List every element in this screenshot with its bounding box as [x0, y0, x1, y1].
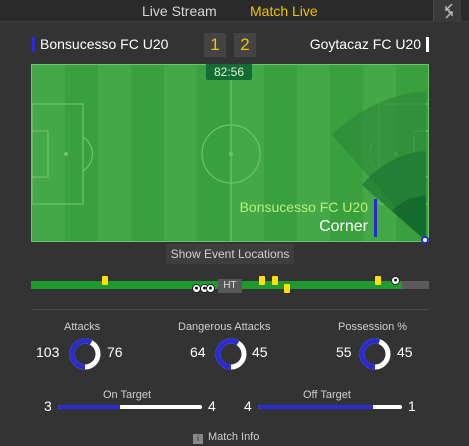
home-team-name: Bonsucesso FC U20 [40, 36, 169, 52]
on-target-bar [58, 405, 202, 409]
away-score: 2 [234, 33, 256, 57]
half-time-marker: HT [218, 279, 242, 293]
timeline-remaining [402, 281, 429, 289]
event-type: Corner [319, 218, 368, 235]
tab-live-stream[interactable]: Live Stream [142, 3, 217, 19]
possession-home-value: 55 [336, 344, 352, 360]
dangerous-attacks-home-value: 64 [190, 344, 206, 360]
info-icon: i [193, 434, 203, 444]
event-team-name: Bonsucesso FC U20 [239, 199, 368, 215]
event-team-color-bar [374, 199, 377, 237]
off-target-away-value: 1 [408, 398, 416, 414]
yellow-card-icon [284, 284, 290, 293]
attacks-ring [68, 337, 102, 371]
attacks-away-value: 76 [107, 344, 123, 360]
away-team-name: Goytacaz FC U20 [309, 36, 421, 52]
off-target-home-value: 4 [244, 398, 252, 414]
off-target-home-fill [258, 405, 374, 409]
pitch-markings [32, 65, 428, 241]
attacks-home-value: 103 [36, 344, 60, 360]
match-clock: 82:56 [206, 64, 252, 80]
off-target-label: Off Target [303, 389, 351, 401]
on-target-home-value: 3 [44, 398, 52, 414]
event-location-marker [421, 236, 429, 244]
on-target-label: On Target [103, 389, 152, 401]
tab-bar: Live Stream Match Live [0, 0, 469, 22]
possession-ring [358, 337, 392, 371]
pitch [31, 64, 429, 242]
off-target-bar [258, 405, 402, 409]
section-divider [31, 309, 429, 310]
football-icon: ● [206, 284, 215, 293]
home-score: 1 [204, 33, 226, 57]
away-team-color-bar [426, 37, 429, 52]
dangerous-attacks-away-value: 45 [252, 344, 268, 360]
attacks-label: Attacks [64, 321, 101, 333]
show-event-locations-button[interactable]: Show Event Locations [166, 244, 294, 264]
on-target-away-value: 4 [208, 398, 216, 414]
match-info-link[interactable]: i Match Info [193, 431, 259, 444]
yellow-card-icon [375, 276, 381, 285]
match-info-label: Match Info [208, 431, 260, 443]
dangerous-attacks-label: Dangerous Attacks [178, 321, 271, 333]
dangerous-attacks-ring [214, 337, 248, 371]
possession-label: Possession % [338, 321, 408, 333]
tab-match-live[interactable]: Match Live [250, 3, 318, 19]
home-team-color-bar [32, 37, 35, 52]
yellow-card-icon [272, 276, 278, 285]
football-icon: ● [391, 276, 400, 285]
yellow-card-icon [102, 276, 108, 285]
yellow-card-icon [259, 276, 265, 285]
possession-away-value: 45 [397, 344, 413, 360]
on-target-home-fill [58, 405, 120, 409]
collapse-arrows-icon[interactable] [433, 0, 461, 22]
